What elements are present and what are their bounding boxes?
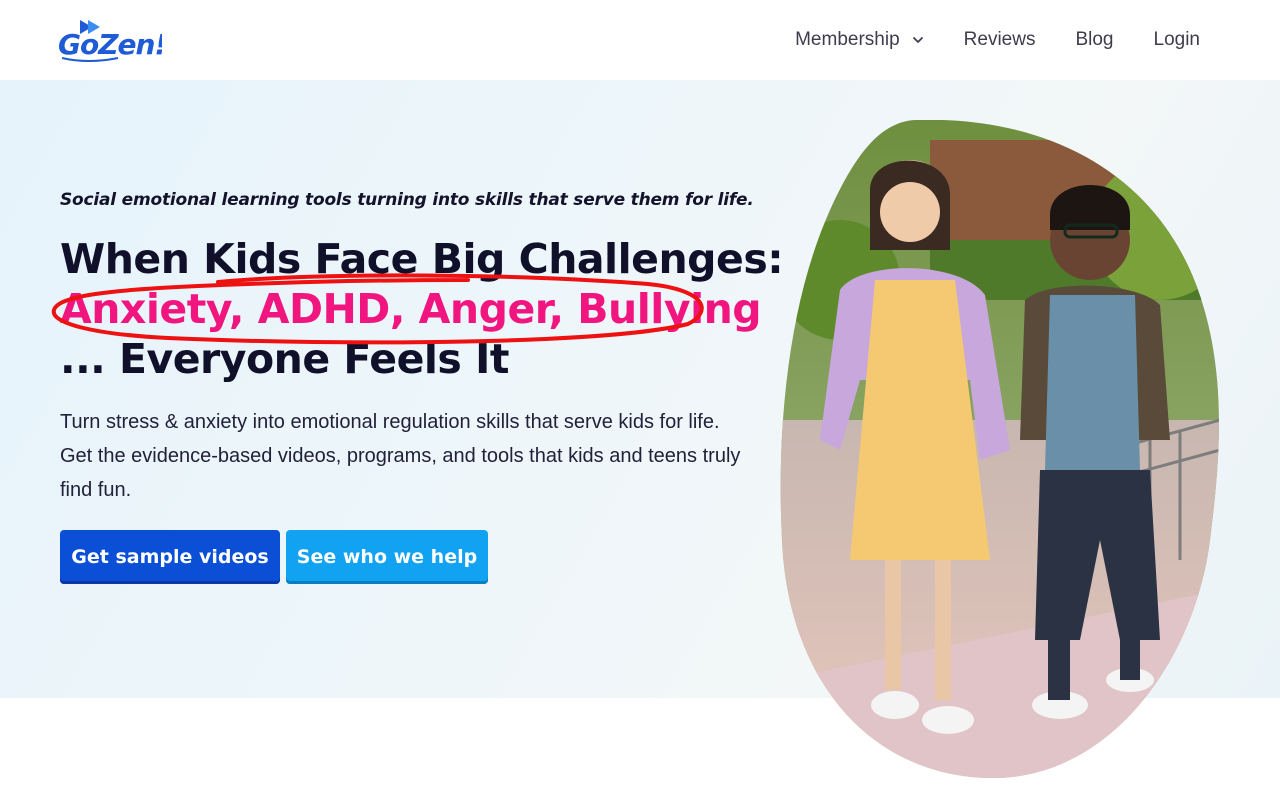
logo-graphic: GoZen! xyxy=(58,20,162,62)
logo-wordmark: GoZen! xyxy=(58,28,162,61)
hero-tagline: Social emotional learning tools turning … xyxy=(60,190,754,210)
gozen-logo[interactable]: GoZen! xyxy=(58,18,162,62)
hero-description: Turn stress & anxiety into emotional reg… xyxy=(60,411,741,501)
nav-membership-label: Membership xyxy=(795,29,900,50)
nav-login-label: Login xyxy=(1153,29,1201,50)
chevron-down-icon xyxy=(912,37,923,43)
nav-blog-label: Blog xyxy=(1075,29,1114,50)
nav-blog[interactable]: Blog xyxy=(1075,29,1113,51)
main-nav: Membership Reviews Blog Login xyxy=(795,0,1200,80)
get-sample-videos-button[interactable]: Get sample videos xyxy=(60,530,280,584)
nav-reviews-label: Reviews xyxy=(963,29,1036,50)
nav-login[interactable]: Login xyxy=(1154,29,1201,51)
hero-photo-kids xyxy=(780,120,1219,779)
see-who-we-help-button[interactable]: See who we help xyxy=(286,530,488,584)
site-header: GoZen! Membership Reviews Blog Login xyxy=(0,0,1280,80)
highlight-circle-annotation xyxy=(51,273,704,345)
nav-reviews[interactable]: Reviews xyxy=(964,29,1036,51)
nav-membership[interactable]: Membership xyxy=(795,29,924,51)
